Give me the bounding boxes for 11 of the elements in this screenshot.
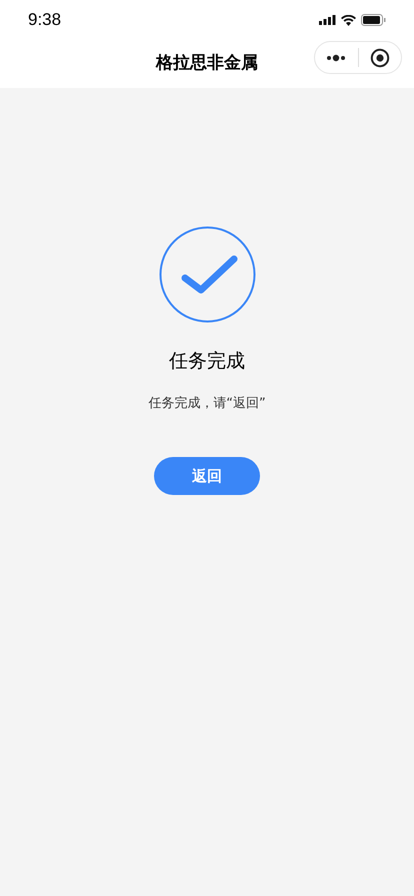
signal-icon	[319, 15, 336, 25]
result-message: 任务完成，请“返回”	[148, 394, 266, 412]
target-icon	[370, 48, 390, 68]
wifi-icon	[341, 14, 356, 26]
page-title: 格拉思非金属	[156, 52, 258, 76]
back-button[interactable]: 返回	[154, 457, 260, 495]
result-title: 任务完成	[169, 349, 245, 374]
more-icon	[326, 54, 346, 62]
success-check-icon	[158, 226, 256, 323]
status-time: 9:38	[28, 9, 62, 32]
battery-icon	[361, 14, 386, 26]
